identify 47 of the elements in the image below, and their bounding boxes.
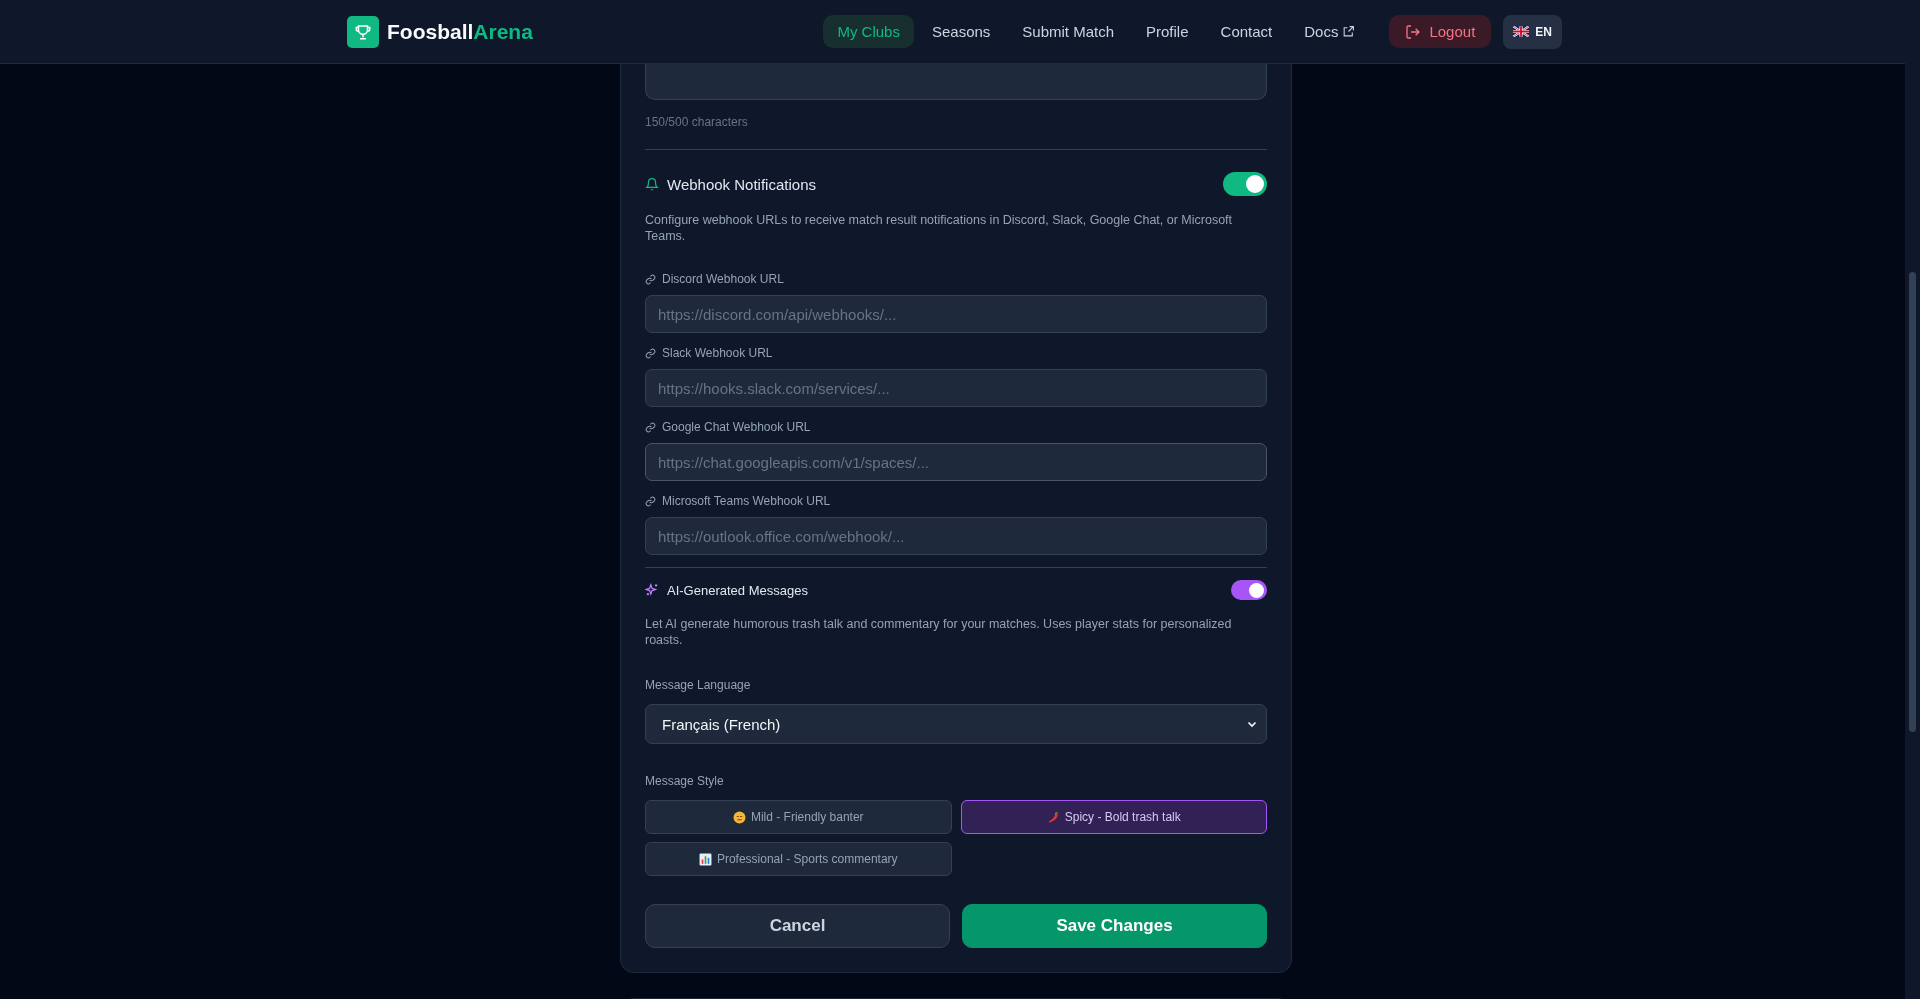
trophy-icon[interactable] [347,15,379,48]
face-icon [732,810,746,824]
url-field[interactable]: https://discord.com/api/webhooks/... [645,295,1267,333]
scrollbar-thumb[interactable] [1909,272,1916,732]
section-description: Let AI generate humorous trash talk and commentary for your matches. Uses player stats for personalized roasts. [645,616,1233,648]
link-icon [645,421,656,433]
section-title: Webhook Notifications [667,175,816,193]
field-label: Google Chat Webhook URL [662,420,811,434]
sparkles-icon [645,583,659,597]
style-option[interactable]: Spicy - Bold trash talk [960,800,1267,834]
link-icon [645,495,656,507]
url-field[interactable]: https://outlook.office.com/webhook/... [645,517,1267,555]
section-description: Configure webhook URLs to receive match result notifications in Discord, Slack, Google Chat, or Microsoft Teams. [645,212,1234,244]
toggle-switch[interactable] [1223,172,1267,196]
nav-link[interactable]: Docs [1290,15,1370,48]
logout-icon [1405,23,1422,40]
character-count: 150/500 characters [645,115,749,129]
link-icon [645,273,656,285]
scrollbar[interactable] [1905,0,1920,999]
style-option[interactable]: Mild - Friendly banter [645,800,952,834]
toggle-switch[interactable] [1231,580,1267,600]
bar-chart-icon [698,852,712,866]
cancel-button[interactable]: Cancel [645,904,950,948]
field-label: Microsoft Teams Webhook URL [662,494,831,508]
flag-icon [1513,26,1530,37]
link-icon [645,347,656,359]
save-button[interactable]: Save Changes [962,904,1267,948]
nav-link[interactable]: Submit Match [1008,15,1128,48]
url-field[interactable]: https://chat.googleapis.com/v1/spaces/... [645,443,1267,481]
url-field[interactable]: https://hooks.slack.com/services/... [645,369,1267,407]
style-option[interactable]: Professional - Sports commentary [645,842,952,876]
section-title: AI-Generated Messages [667,582,808,598]
field-label: Discord Webhook URL [662,272,784,286]
nav-link[interactable]: Contact [1206,15,1287,48]
logout-button[interactable]: Logout [1389,15,1492,48]
nav-link[interactable]: My Clubs [823,15,914,48]
nav-link[interactable]: Profile [1132,15,1203,48]
external-link-icon [1342,25,1356,38]
field-label: Message Style [645,774,725,788]
brand-name[interactable]: FoosballArena [387,19,533,44]
language-button[interactable]: EN [1503,14,1562,49]
bell-icon [645,176,659,192]
field-label: Message Language [645,678,752,692]
chili-pepper-icon [1046,810,1060,824]
nav-link[interactable]: Seasons [917,15,1005,48]
language-select[interactable]: Français (French) [645,704,1267,744]
field-label: Slack Webhook URL [662,346,773,360]
